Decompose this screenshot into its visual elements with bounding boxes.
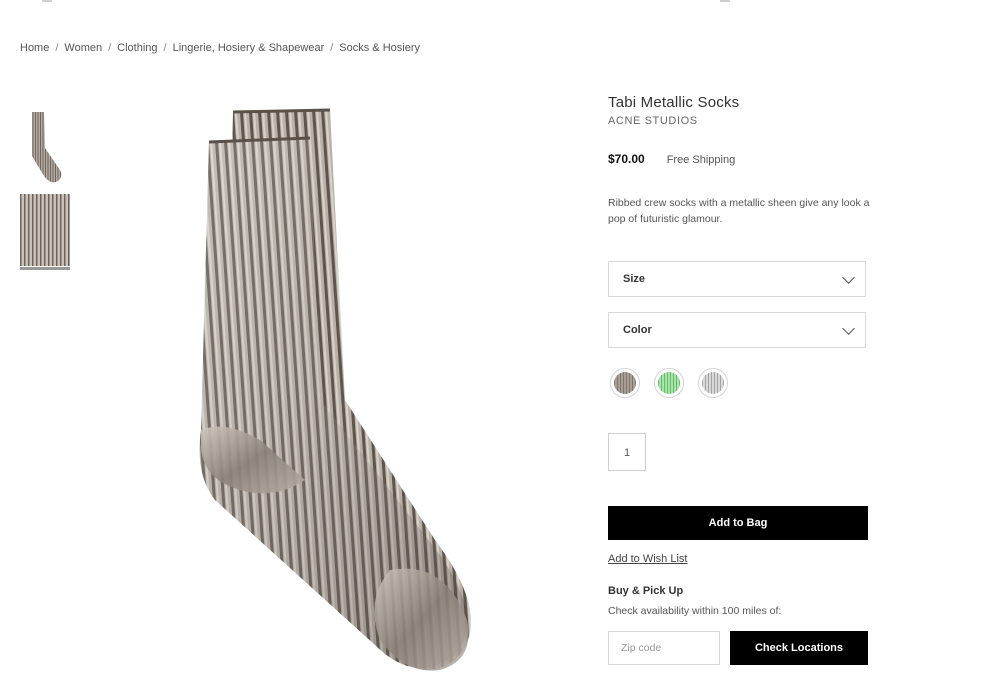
color-dropdown-label: Color <box>623 324 652 336</box>
add-to-wish-list-link[interactable]: Add to Wish List <box>608 553 687 565</box>
check-locations-button[interactable]: Check Locations <box>730 631 868 665</box>
color-dropdown[interactable]: Color <box>608 312 866 348</box>
swatch-green[interactable] <box>654 368 684 398</box>
product-info: Tabi Metallic Socks ACNE STUDIOS <box>608 92 868 127</box>
breadcrumb-home[interactable]: Home <box>20 42 49 54</box>
breadcrumb-women[interactable]: Women <box>64 42 102 54</box>
zip-code-input[interactable] <box>608 631 720 665</box>
breadcrumb-socks-hosiery[interactable]: Socks & Hosiery <box>339 42 420 54</box>
breadcrumb-separator: / <box>163 42 167 54</box>
thumbnail-list <box>20 108 72 276</box>
breadcrumb-separator: / <box>55 42 59 54</box>
quantity-input[interactable]: 1 <box>608 433 646 471</box>
size-dropdown-label: Size <box>623 273 646 285</box>
thumbnail-sock-detail[interactable] <box>20 192 70 270</box>
breadcrumb-separator: / <box>330 42 334 54</box>
top-divider <box>0 0 1000 2</box>
shipping-info: Free Shipping <box>666 154 736 166</box>
product-title: Tabi Metallic Socks <box>608 94 740 111</box>
swatch-bronze[interactable] <box>610 368 640 398</box>
pickup-title: Buy & Pick Up <box>608 585 684 597</box>
breadcrumb: Home / Women / Clothing / Lingerie, Hosi… <box>20 42 420 54</box>
breadcrumb-separator: / <box>108 42 112 54</box>
breadcrumb-lingerie[interactable]: Lingerie, Hosiery & Shapewear <box>173 42 325 54</box>
breadcrumb-clothing[interactable]: Clothing <box>117 42 157 54</box>
pickup-subtitle: Check availability within 100 miles of: <box>608 605 782 617</box>
chevron-down-icon <box>842 270 855 284</box>
product-description: Ribbed crew socks with a metallic sheen … <box>608 197 870 225</box>
swatch-silver[interactable] <box>698 368 728 398</box>
product-brand[interactable]: ACNE STUDIOS <box>608 115 868 127</box>
color-swatches <box>610 368 728 398</box>
add-to-bag-button[interactable]: Add to Bag <box>608 506 868 540</box>
price-row: $70.00 Free Shipping <box>608 152 735 166</box>
size-dropdown[interactable]: Size <box>608 261 866 297</box>
product-image <box>185 100 495 680</box>
product-price: $70.00 <box>608 152 645 166</box>
thumbnail-sock-full[interactable] <box>20 108 70 186</box>
chevron-down-icon <box>842 321 855 335</box>
